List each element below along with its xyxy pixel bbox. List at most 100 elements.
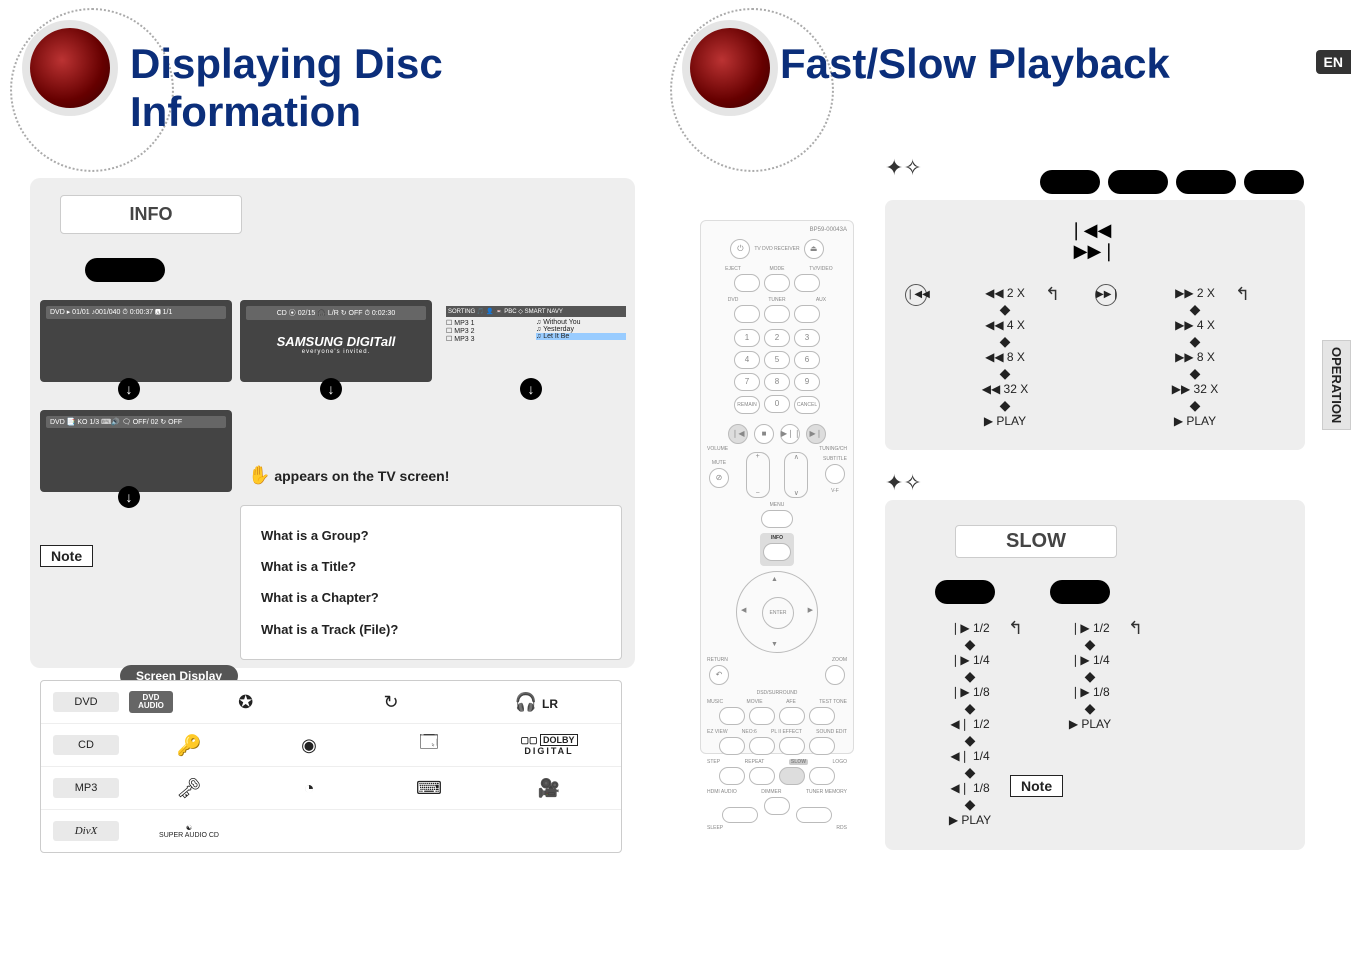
enter-button[interactable]: ENTER: [762, 597, 794, 629]
icon-speaker-lr: 🎧 LR: [464, 692, 609, 713]
skip-prev-button[interactable]: ❘◀: [728, 424, 748, 444]
icon-globe: ✪: [173, 692, 318, 713]
table-row: DivX ☯SUPER AUDIO CD: [41, 810, 621, 852]
note-label: Note: [1010, 775, 1063, 797]
num-button[interactable]: 3: [794, 329, 820, 347]
flow-step: ◀◀ 8 X: [935, 350, 1075, 364]
icon-caption: 🗔: [369, 730, 489, 760]
flow-step: ◀❘ 1/8: [915, 781, 1025, 795]
page-title-left: Displaying Disc Information: [130, 40, 660, 136]
num-button[interactable]: 5: [764, 351, 790, 369]
slow-pill: [1050, 580, 1110, 604]
glossary-box: What is a Group? What is a Title? What i…: [240, 505, 622, 660]
mp3-card-extra: [240, 410, 620, 448]
remote-btn[interactable]: [794, 305, 820, 323]
remote-btn[interactable]: [764, 274, 790, 292]
down-arrow-icon: ↓: [320, 378, 342, 400]
table-row: CD 🔑 ◉ 🗔 ▢▢ DOLBYDIGITAL: [41, 724, 621, 767]
info-button[interactable]: [763, 543, 791, 561]
page-title-right: Fast/Slow Playback: [780, 40, 1170, 88]
remote-btn[interactable]: [809, 737, 835, 755]
remote-btn[interactable]: [779, 707, 805, 725]
note-label: Note: [40, 545, 93, 567]
note-container: Note: [1010, 775, 1063, 797]
remote-btn[interactable]: [734, 274, 760, 292]
flow-step: ❘▶ 1/4: [915, 653, 1025, 667]
pill-button: [1108, 170, 1168, 194]
subtitle-button[interactable]: [825, 464, 845, 484]
sparkle-icon: ✦✧: [885, 155, 922, 181]
num-button[interactable]: 4: [734, 351, 760, 369]
screenshot-cd-tagline: everyone's invited.: [246, 349, 426, 355]
zoom-button[interactable]: [825, 665, 845, 685]
remote-btn[interactable]: [749, 737, 775, 755]
num-button[interactable]: 1: [734, 329, 760, 347]
remote-btn[interactable]: [794, 274, 820, 292]
remote-transport-row: ❘◀ ■ ▶❘❘ ▶❘: [707, 422, 847, 446]
screenshot-dvd1: DVD ▸ 01/01 ♪001/040 ⏱ 0:00:37 🅰 1/1: [40, 300, 232, 382]
pill-button: [1176, 170, 1236, 194]
sparkle-icon: ✦✧: [885, 470, 922, 496]
slow-button[interactable]: [779, 767, 805, 785]
row-label-cd: CD: [53, 735, 119, 755]
remote-btn[interactable]: [722, 807, 758, 823]
loop-arrow-icon: ↰: [1045, 284, 1060, 305]
num-button[interactable]: 2: [764, 329, 790, 347]
remote-btn[interactable]: [734, 305, 760, 323]
note-container: Note: [40, 545, 93, 567]
skip-icons: ❘◀◀ ▶▶❘: [1045, 220, 1145, 262]
remote-btn[interactable]: [764, 797, 790, 815]
menu-button[interactable]: [761, 510, 793, 528]
screenshot-cd: CD ⦿ 02/15 🎧 L/R ↻ OFF ⏱ 0:02:30 SAMSUNG…: [240, 300, 432, 382]
return-button[interactable]: ↶: [709, 665, 729, 685]
flow-step: ▶ PLAY: [1125, 414, 1265, 428]
icon-clock: ◔: [249, 778, 369, 799]
num-button[interactable]: 0: [764, 395, 790, 413]
flow-step: ❘▶ 1/8: [915, 685, 1025, 699]
glossary-chapter: What is a Chapter?: [261, 582, 601, 613]
remote-btn[interactable]: [764, 305, 790, 323]
open-button[interactable]: ⏏: [804, 239, 824, 259]
remain-button[interactable]: REMAIN: [734, 396, 760, 414]
remote-btn[interactable]: [779, 737, 805, 755]
mute-button[interactable]: ⊘: [709, 468, 729, 488]
flow-step: ▶ PLAY: [915, 813, 1025, 827]
row-label-divx: DivX: [53, 821, 119, 841]
glossary-group: What is a Group?: [261, 520, 601, 551]
power-button[interactable]: ⏻: [730, 239, 750, 259]
num-button[interactable]: 7: [734, 373, 760, 391]
volume-rocker[interactable]: +−: [746, 452, 770, 498]
remote-btn[interactable]: [809, 707, 835, 725]
remote-btn[interactable]: [809, 767, 835, 785]
disc-icon-table: DVD DVD AUDIO ✪ ↻ 🎧 LR CD 🔑 ◉ 🗔 ▢▢ DOLBY…: [40, 680, 622, 853]
flow-step: ▶▶ 8 X: [1125, 350, 1265, 364]
num-button[interactable]: 9: [794, 373, 820, 391]
flow-step: ▶ PLAY: [1035, 717, 1145, 731]
remote-btn[interactable]: [796, 807, 832, 823]
stop-button[interactable]: ■: [754, 424, 774, 444]
glossary-track: What is a Track (File)?: [261, 614, 601, 645]
hand-note-text: appears on the TV screen!: [274, 468, 449, 484]
icon-supercd: ☯SUPER AUDIO CD: [129, 824, 249, 839]
screenshot-cd-brand: SAMSUNG DIGITall: [246, 334, 426, 349]
remote-btn[interactable]: [749, 707, 775, 725]
slow-pill: [935, 580, 995, 604]
remote-btn[interactable]: [719, 737, 745, 755]
tuning-rocker[interactable]: ∧∨: [784, 452, 808, 498]
screenshot-dvd2-bar: DVD 📑 KO 1/3 ⌨🔊 🗨 OFF/ 02 ↻ OFF: [46, 416, 226, 428]
remote-btn[interactable]: [719, 767, 745, 785]
skip-next-icon: ▶▶❘: [1074, 241, 1117, 261]
remote-btn[interactable]: [749, 767, 775, 785]
play-pause-button[interactable]: ▶❘❘: [780, 424, 800, 444]
remote-mode-row: EJECT MODE TV/VIDEO: [707, 265, 847, 272]
num-button[interactable]: 6: [794, 351, 820, 369]
remote-dsd-label: DSD/SURROUND: [707, 690, 847, 696]
remote-btn[interactable]: [719, 707, 745, 725]
skip-next-button[interactable]: ▶❘: [806, 424, 826, 444]
icon-angle: 🎥: [489, 778, 609, 799]
right-page: Fast/Slow Playback BP59-00043A ⏻ TV DVD …: [660, 0, 1351, 954]
pill-button: [1040, 170, 1100, 194]
dpad[interactable]: ▲ ▼ ◀ ▶ ENTER: [736, 571, 818, 653]
num-button[interactable]: 8: [764, 373, 790, 391]
cancel-button[interactable]: CANCEL: [794, 396, 820, 414]
